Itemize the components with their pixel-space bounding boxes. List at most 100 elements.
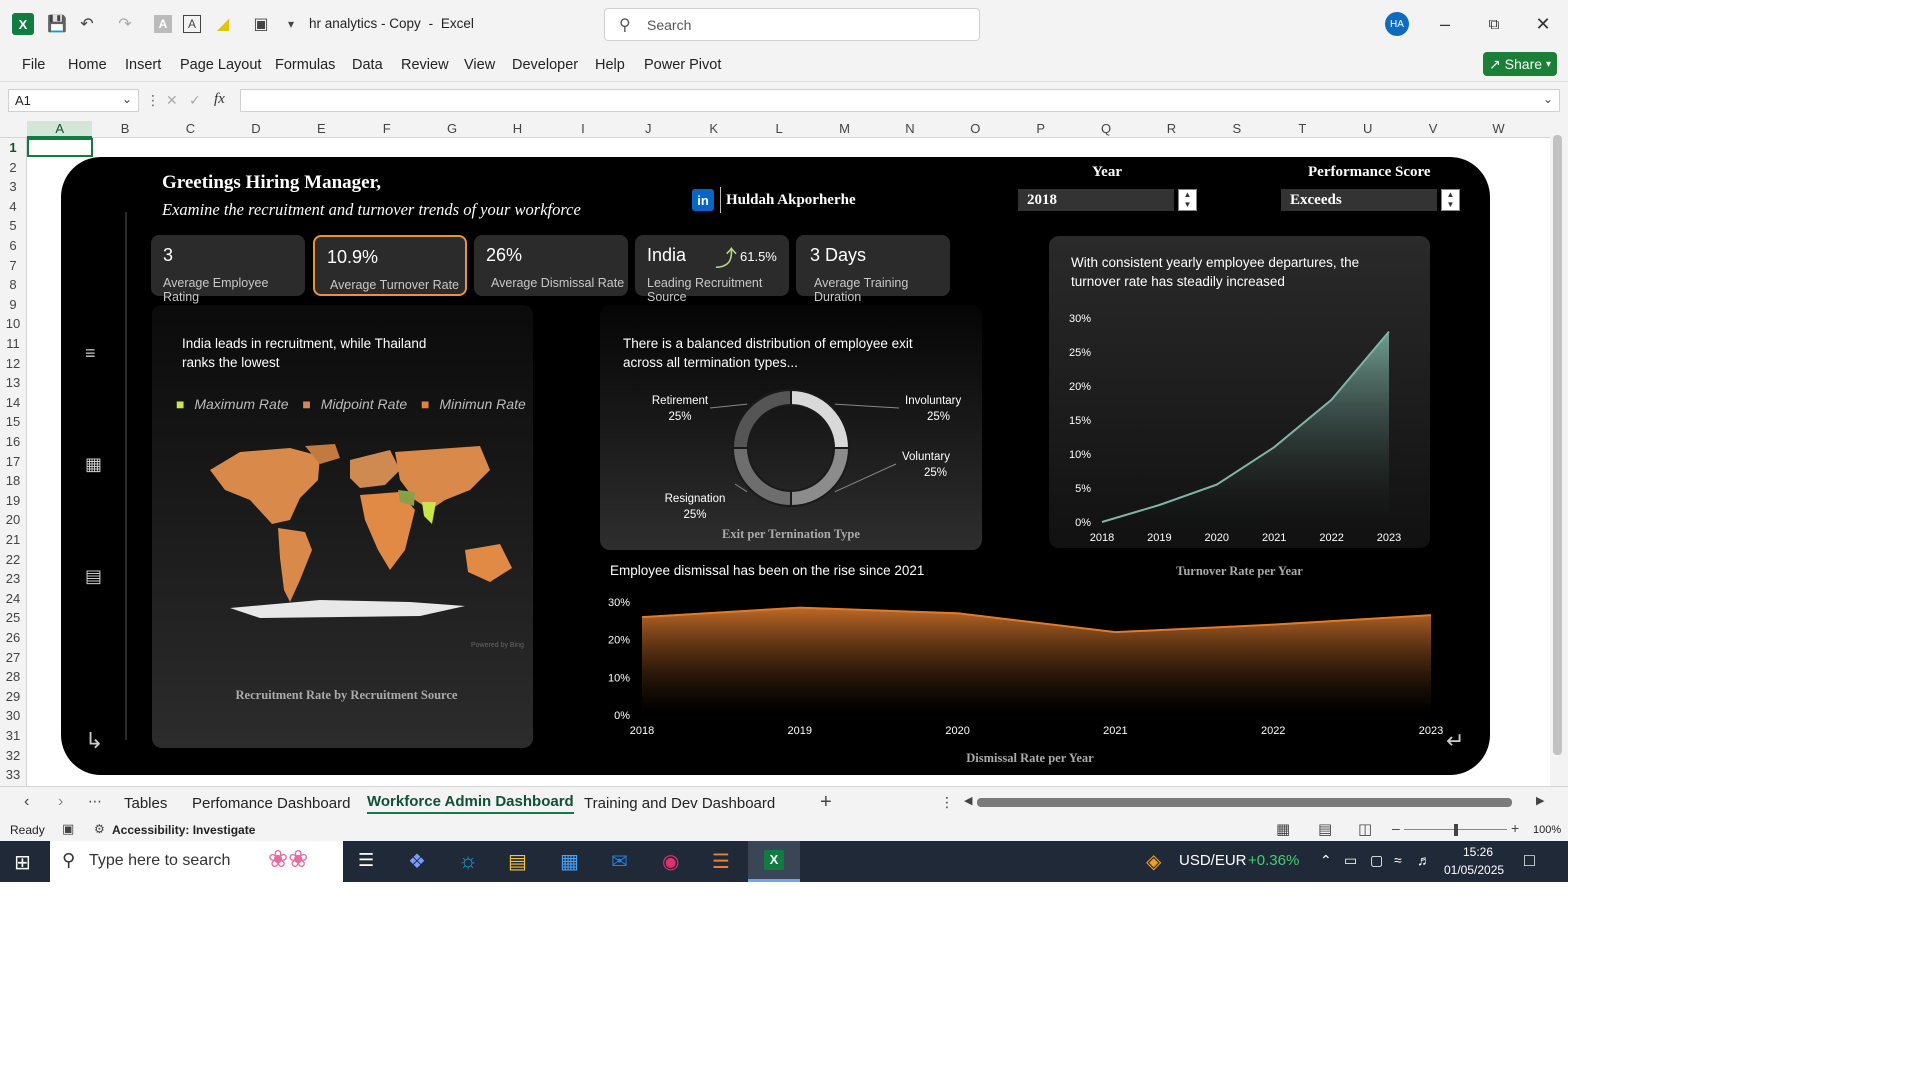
tab-page-layout[interactable]: Page Layout [180, 57, 261, 73]
column-header[interactable]: K [681, 121, 746, 136]
row-header[interactable]: 26 [0, 630, 26, 645]
tab-insert[interactable]: Insert [125, 57, 161, 73]
monitor-icon[interactable]: ▦ [85, 454, 102, 475]
column-header[interactable]: A [27, 121, 93, 138]
row-header[interactable]: 30 [0, 708, 26, 723]
outlook-icon[interactable]: ✉ [611, 849, 628, 874]
row-header[interactable]: 10 [0, 316, 26, 331]
column-header[interactable]: C [158, 121, 223, 136]
zoom-level[interactable]: 100% [1533, 824, 1561, 836]
menu-icon[interactable]: ≡ [85, 343, 96, 364]
row-header[interactable]: 16 [0, 434, 26, 449]
selected-cell[interactable] [27, 138, 93, 157]
column-header[interactable]: E [289, 121, 354, 136]
column-header[interactable]: M [812, 121, 877, 136]
column-header[interactable]: P [1008, 121, 1073, 136]
column-header[interactable]: U [1335, 121, 1400, 136]
file-explorer-icon[interactable]: ▤ [508, 849, 527, 874]
excel-taskbar-button[interactable]: X [748, 841, 800, 882]
row-header[interactable]: 31 [0, 728, 26, 743]
customize-toolbar-icon[interactable]: ▾ [280, 13, 302, 35]
row-header[interactable]: 33 [0, 767, 26, 782]
row-header[interactable]: 32 [0, 748, 26, 763]
battery-icon[interactable]: ▭ [1344, 852, 1357, 869]
close-icon[interactable]: ✕ [1528, 10, 1558, 38]
linkedin-icon[interactable]: in [692, 189, 714, 211]
row-header[interactable]: 2 [0, 160, 26, 175]
performance-selector[interactable]: Exceeds [1281, 189, 1437, 211]
tab-view[interactable]: View [464, 57, 495, 73]
chevron-up-icon[interactable]: ⌃ [1320, 852, 1332, 869]
share-button[interactable]: ↗ Share ▾ [1483, 52, 1557, 76]
volume-icon[interactable]: ♬ [1417, 852, 1431, 868]
row-header[interactable]: 28 [0, 669, 26, 684]
avatar[interactable]: HA [1385, 12, 1409, 36]
name-box[interactable]: A1 ⌄ [8, 89, 139, 112]
redo-icon[interactable]: ↷ [114, 13, 136, 35]
row-header[interactable]: 22 [0, 552, 26, 567]
horizontal-scroll-thumb[interactable] [977, 798, 1512, 807]
chevron-down-icon[interactable]: ⌄ [1543, 92, 1553, 106]
undo-icon[interactable]: ↶ [76, 13, 98, 35]
text-box-icon[interactable]: A [183, 15, 201, 33]
column-header[interactable]: J [616, 121, 681, 136]
instagram-icon[interactable]: ◉ [662, 849, 679, 874]
row-header[interactable]: 4 [0, 199, 26, 214]
edge-icon[interactable]: ☼ [458, 848, 478, 874]
normal-view-icon[interactable]: ▦ [1276, 820, 1290, 838]
row-header[interactable]: 9 [0, 297, 26, 312]
sheet-tab-tables[interactable]: Tables [124, 795, 167, 812]
column-header[interactable]: L [746, 121, 811, 136]
row-header[interactable]: 17 [0, 454, 26, 469]
performance-spinner[interactable]: ▲ ▼ [1441, 189, 1460, 211]
row-header[interactable]: 3 [0, 179, 26, 194]
search-box[interactable]: ⚲ Search [604, 8, 980, 41]
row-header[interactable]: 11 [0, 336, 26, 351]
zoom-slider-thumb[interactable] [1454, 824, 1458, 836]
tab-file[interactable]: File [22, 57, 45, 73]
column-header[interactable]: B [92, 121, 157, 136]
year-spinner[interactable]: ▲ ▼ [1178, 189, 1197, 211]
column-header[interactable]: T [1270, 121, 1335, 136]
scroll-left-icon[interactable]: ◀ [964, 794, 972, 807]
accessibility-status[interactable]: Accessibility: Investigate [112, 823, 255, 837]
add-sheet-icon[interactable]: + [820, 791, 832, 814]
column-header[interactable]: D [223, 121, 288, 136]
row-header[interactable]: 1 [0, 140, 26, 155]
tab-formulas[interactable]: Formulas [275, 57, 335, 73]
column-header[interactable]: H [485, 121, 550, 136]
row-header[interactable]: 23 [0, 571, 26, 586]
tab-developer[interactable]: Developer [512, 57, 578, 73]
wifi-icon[interactable]: ≈ [1394, 852, 1402, 868]
task-view-icon[interactable]: ☰ [358, 850, 374, 871]
macro-icon[interactable]: ▣ [62, 821, 74, 837]
prev-sheet-icon[interactable]: ‹ [24, 793, 29, 811]
ticker-label[interactable]: USD/EUR [1179, 852, 1247, 869]
column-header[interactable]: F [354, 121, 419, 136]
scroll-right-icon[interactable]: ▶ [1536, 794, 1544, 807]
tab-review[interactable]: Review [401, 57, 449, 73]
row-header[interactable]: 6 [0, 238, 26, 253]
page-layout-icon[interactable]: ▤ [1318, 820, 1332, 838]
row-header[interactable]: 12 [0, 356, 26, 371]
row-header[interactable]: 19 [0, 493, 26, 508]
meet-icon[interactable]: ▢ [1370, 852, 1383, 869]
vertical-scroll-thumb[interactable] [1553, 135, 1562, 755]
column-header[interactable]: G [419, 121, 484, 136]
tab-help[interactable]: Help [595, 57, 625, 73]
column-header[interactable]: O [943, 121, 1008, 136]
vertical-scrollbar[interactable] [1550, 119, 1568, 786]
row-header[interactable]: 5 [0, 218, 26, 233]
row-header[interactable]: 29 [0, 689, 26, 704]
sheet-tab-performance[interactable]: Perfomance Dashboard [192, 795, 350, 812]
column-header[interactable]: N [877, 121, 942, 136]
tab-options-icon[interactable]: ⋮ [940, 794, 954, 811]
taskbar-search[interactable]: ⚲ Type here to search ❀❀ [50, 841, 343, 882]
restore-icon[interactable]: ⧉ [1479, 10, 1509, 38]
more-sheets-icon[interactable]: ⋯ [88, 793, 102, 810]
sheet-tab-training[interactable]: Training and Dev Dashboard [584, 795, 775, 812]
insert-function-icon[interactable]: fx [214, 91, 225, 108]
page-break-icon[interactable]: ◫ [1358, 820, 1372, 838]
save-icon[interactable]: 💾 [46, 13, 68, 35]
store-icon[interactable]: ▦ [560, 849, 579, 874]
